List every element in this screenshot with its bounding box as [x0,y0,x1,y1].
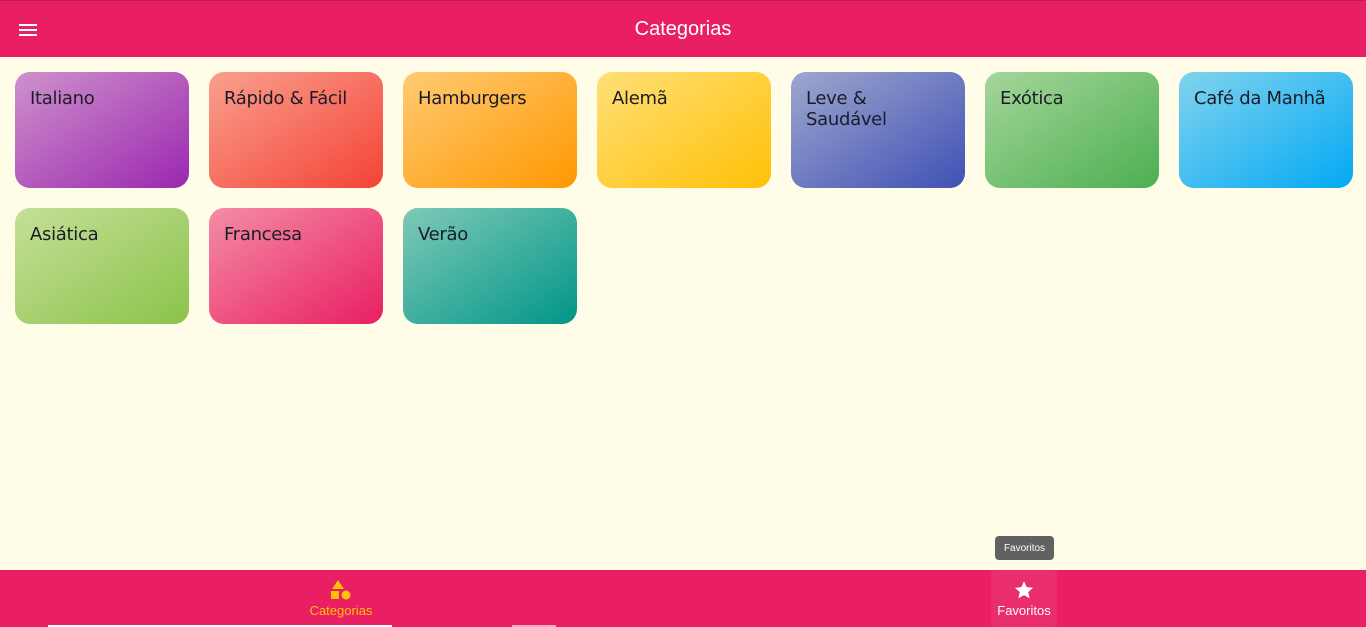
category-card[interactable]: Leve & Saudável [791,72,965,188]
bottom-navigation: Categorias Favoritos [0,570,1366,627]
category-card[interactable]: Rápido & Fácil [209,72,383,188]
category-card-title: Hamburgers [418,88,527,109]
category-card[interactable]: Exótica [985,72,1159,188]
category-card-title: Rápido & Fácil [224,88,347,109]
category-card-title: Leve & Saudável [806,88,887,130]
category-card-title: Asiática [30,224,99,245]
category-card[interactable]: Asiática [15,208,189,324]
category-card-title: Verão [418,224,468,245]
category-card[interactable]: Italiano [15,72,189,188]
nav-label-categorias: Categorias [309,603,373,618]
category-icon [331,580,351,600]
category-card[interactable]: Hamburgers [403,72,577,188]
category-card-title: Café da Manhã [1194,88,1326,109]
category-card-title: Exótica [1000,88,1064,109]
nav-item-categorias[interactable]: Categorias [281,570,401,627]
category-card[interactable]: Francesa [209,208,383,324]
nav-label-favoritos: Favoritos [997,603,1051,618]
favorites-tooltip: Favoritos [995,536,1054,560]
category-card[interactable]: Café da Manhã [1179,72,1353,188]
category-card[interactable]: Verão [403,208,577,324]
nav-item-favoritos[interactable]: Favoritos [964,570,1084,627]
category-card-title: Francesa [224,224,302,245]
app-bar: Categorias [0,0,1366,57]
category-card-title: Alemã [612,88,668,109]
category-card-title: Italiano [30,88,95,109]
star-icon [1014,581,1034,599]
category-card[interactable]: Alemã [597,72,771,188]
page-title: Categorias [634,18,732,40]
category-grid: Italiano Rápido & Fácil Hamburgers Alemã Lev… [15,72,1353,324]
